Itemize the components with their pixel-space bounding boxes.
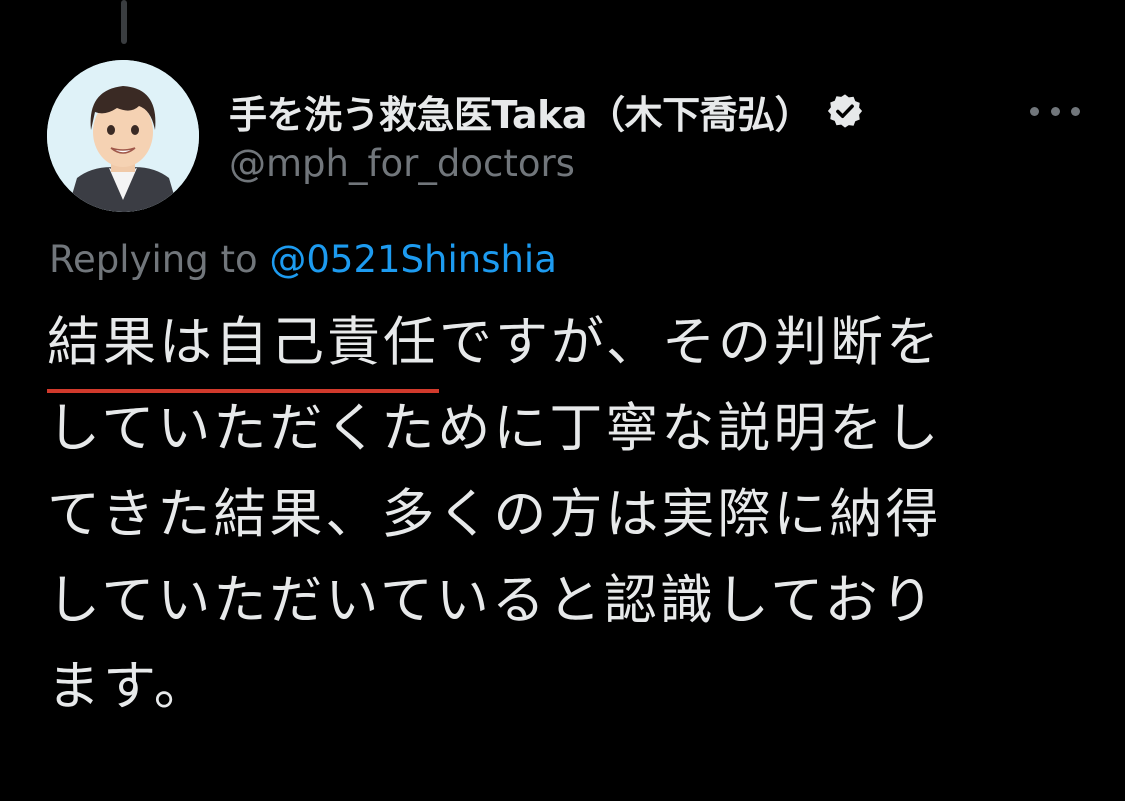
underlined-phrase: 結果は自己責任 <box>47 300 439 393</box>
underlined-phrase-text: 結果は自己責任 <box>47 312 439 373</box>
reply-mention-link[interactable]: @0521Shinshia <box>269 238 557 281</box>
more-dot <box>1030 106 1039 116</box>
avatar[interactable] <box>47 60 199 212</box>
tweet-line: していただいていると認識しており <box>47 570 937 631</box>
reply-context: Replying to @0521Shinshia <box>49 238 557 281</box>
author-name-row[interactable]: 手を洗う救急医Taka（木下喬弘） <box>229 84 864 139</box>
tweet-line: てきた結果、多くの方は実際に納得 <box>47 484 942 545</box>
more-dot <box>1071 106 1080 116</box>
tweet-body: 結果は自己責任 ですが、その判断を していただくために丁寧な説明をし てきた結果、… <box>47 300 1087 730</box>
tweet-line-rest: ですが、その判断を <box>439 312 942 373</box>
thread-connector-line <box>121 0 127 44</box>
tweet-line: 結果は自己責任 ですが、その判断を <box>47 300 1087 393</box>
more-options-icon[interactable] <box>1030 96 1080 126</box>
avatar-illustration <box>47 60 199 212</box>
tweet-line: ます。 <box>47 656 210 717</box>
author-handle[interactable]: @mph_for_doctors <box>229 142 575 185</box>
red-underline <box>47 389 439 393</box>
more-dot <box>1050 106 1060 116</box>
verified-badge-icon <box>826 92 864 130</box>
author-display-name[interactable]: 手を洗う救急医Taka（木下喬弘） <box>229 84 813 139</box>
tweet-line: していただくために丁寧な説明をし <box>47 398 942 459</box>
reply-prefix: Replying to <box>49 238 270 281</box>
